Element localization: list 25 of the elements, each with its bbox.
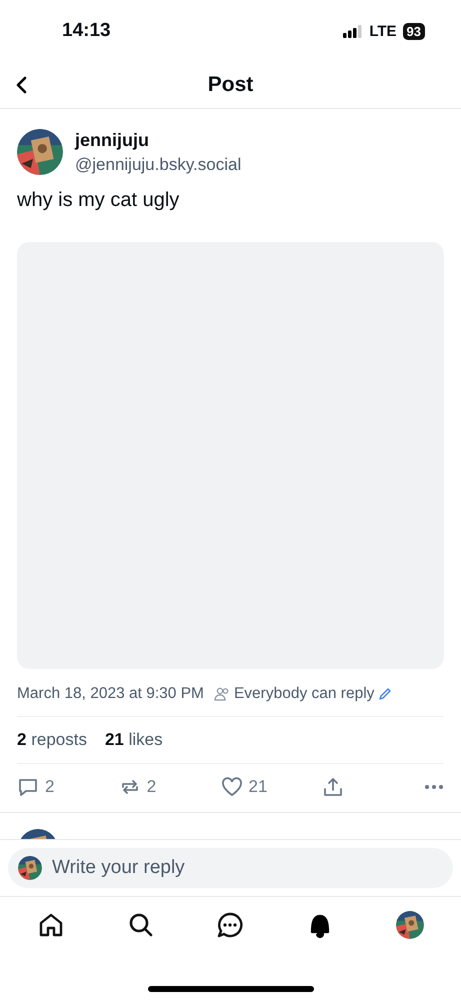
- reply-setting[interactable]: Everybody can reply: [234, 685, 374, 703]
- more-button[interactable]: [424, 785, 444, 789]
- stat-count[interactable]: 21 likes: [104, 730, 163, 750]
- heart-icon: [220, 776, 242, 798]
- pencil-icon[interactable]: [378, 687, 392, 701]
- page-title: Post: [208, 73, 254, 97]
- status-time: 14:13: [62, 20, 111, 42]
- reply-icon: [17, 776, 39, 798]
- share-icon: [322, 776, 344, 798]
- reply-button[interactable]: 2: [17, 776, 107, 798]
- post-timestamp: March 18, 2023 at 9:30 PM: [17, 685, 204, 703]
- author-avatar: [17, 129, 63, 175]
- author-handle[interactable]: @jennijuju.bsky.social: [75, 154, 242, 174]
- like-button[interactable]: 21: [220, 776, 310, 798]
- reply-field[interactable]: Write your reply: [8, 848, 453, 888]
- people-icon: [214, 687, 230, 701]
- repost-button[interactable]: 2: [118, 776, 209, 798]
- signal-icon: [343, 24, 364, 38]
- stat-count[interactable]: 2 reposts: [17, 730, 87, 750]
- post-text: why is my cat ugly: [16, 188, 180, 212]
- more-icon: [424, 785, 444, 789]
- network-label: LTE: [369, 22, 397, 40]
- battery-level: 93: [402, 22, 425, 40]
- author-name[interactable]: jennijuju: [75, 130, 242, 150]
- profile-avatar: [396, 911, 424, 939]
